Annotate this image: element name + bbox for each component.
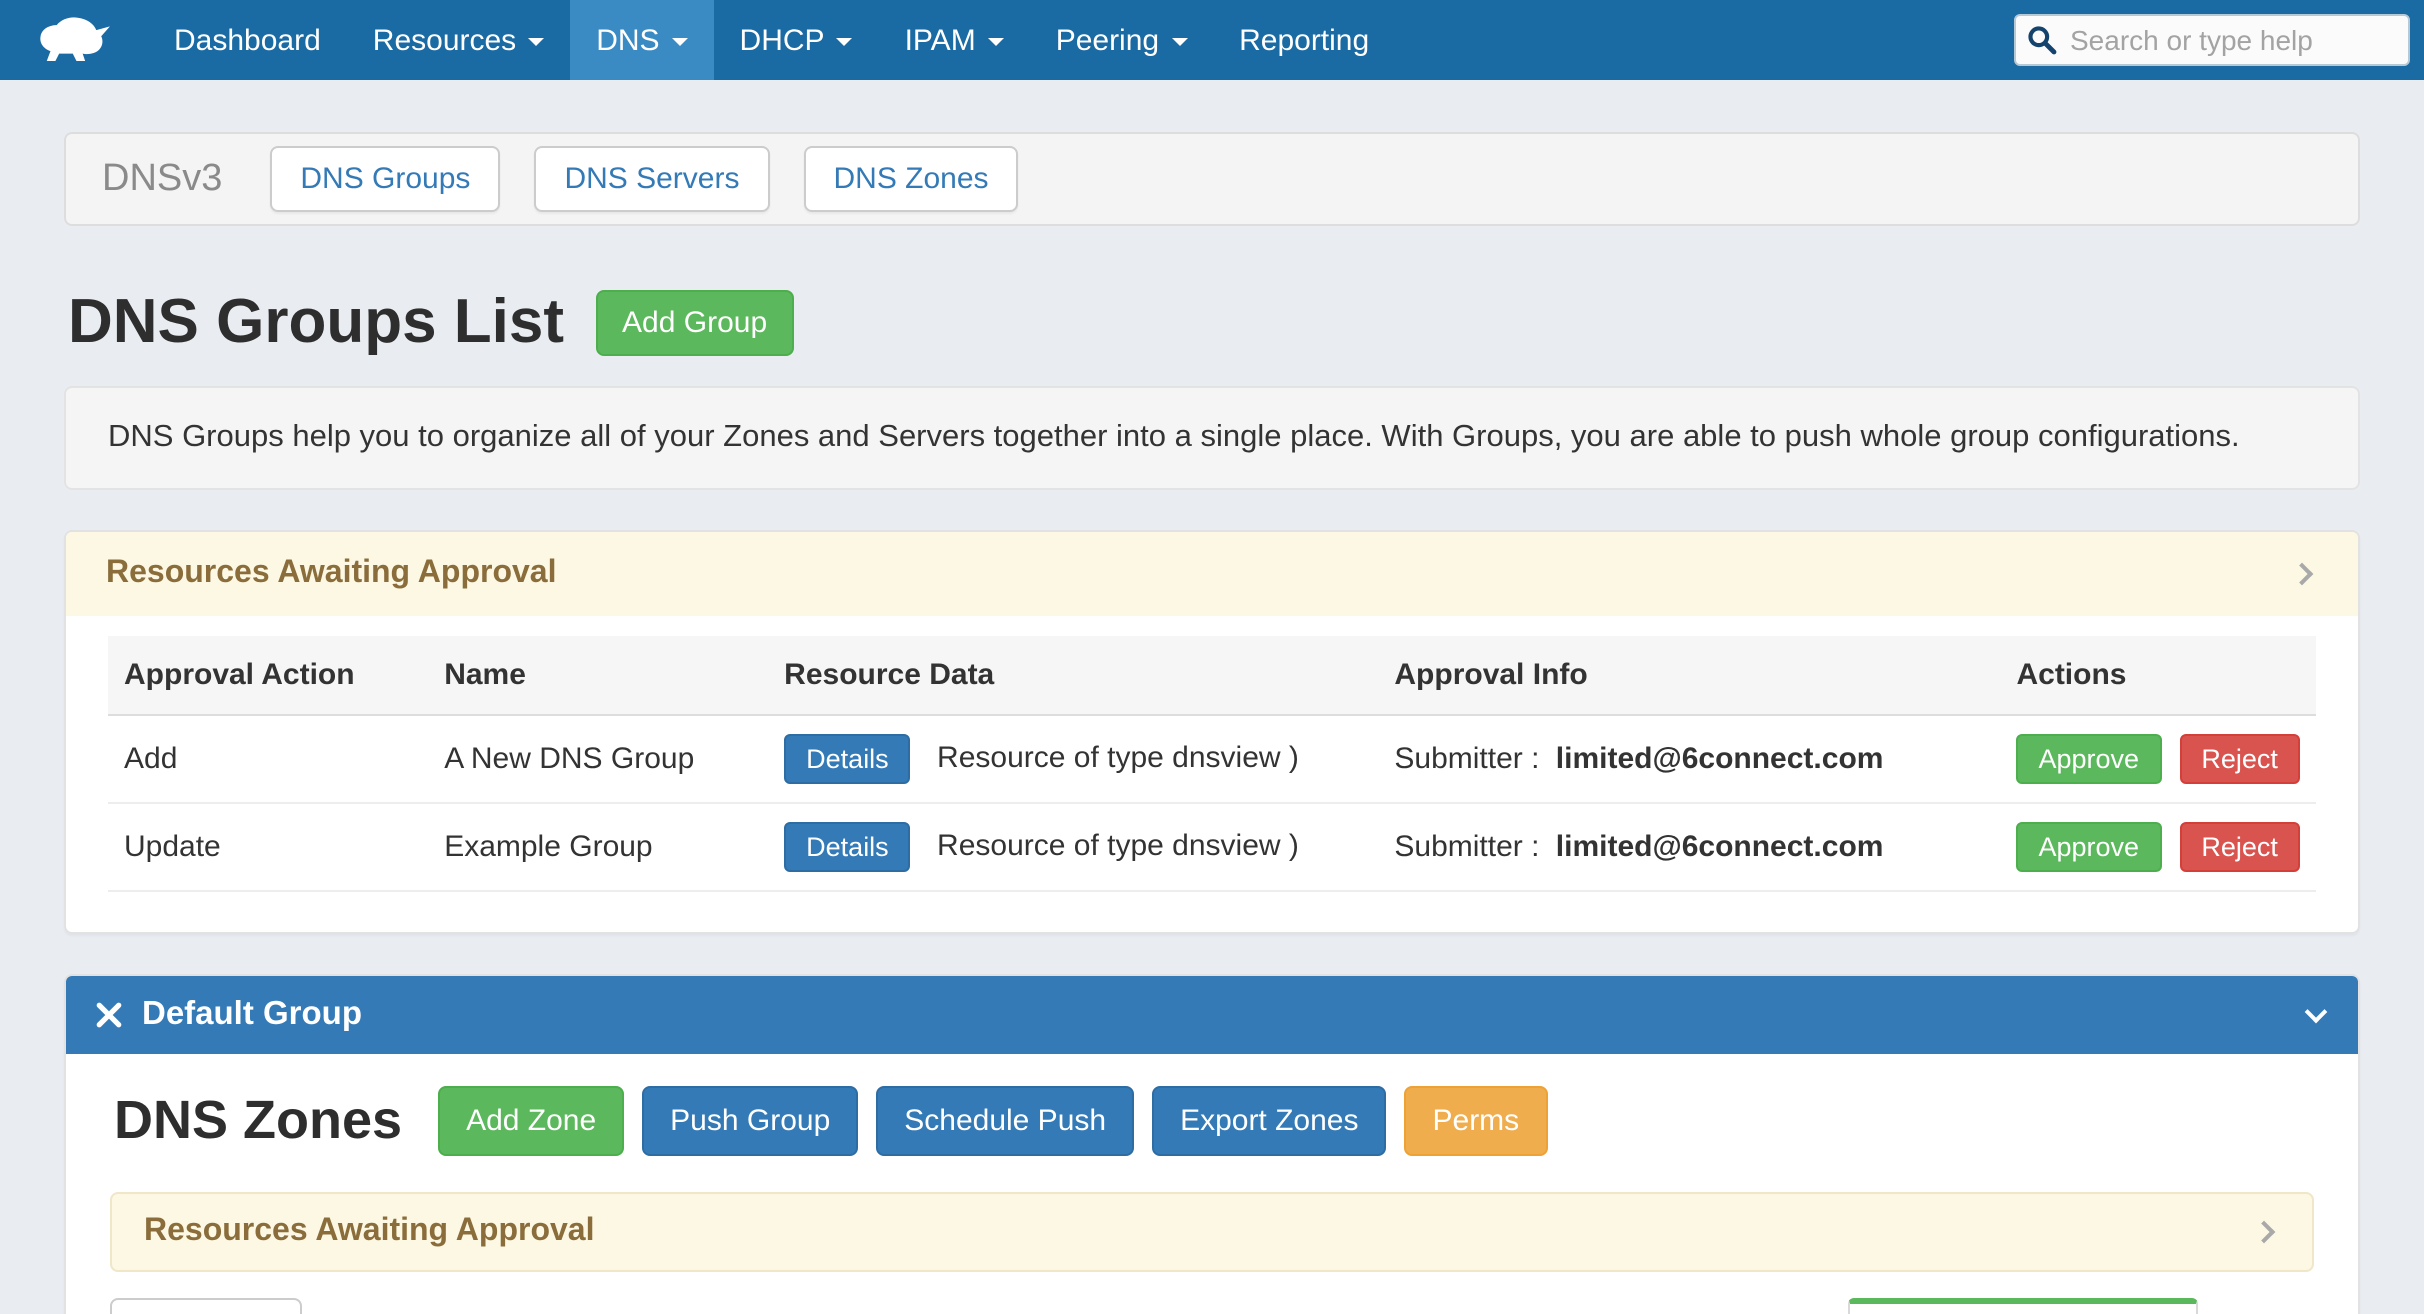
- submitter-label: Submitter :: [1394, 742, 1539, 776]
- page-header: DNS Groups List Add Group: [64, 286, 2360, 358]
- approval-info-cell: Submitter : limited@6connect.com: [1378, 803, 2000, 891]
- add-group-button[interactable]: Add Group: [596, 289, 793, 355]
- inner-approvals-panel-title: Resources Awaiting Approval: [144, 1214, 595, 1250]
- chevron-down-icon: [2305, 1000, 2328, 1023]
- nav-item-dhcp[interactable]: DHCP: [714, 0, 879, 80]
- approve-button[interactable]: Approve: [2016, 734, 2161, 784]
- inner-approvals-panel-header[interactable]: Resources Awaiting Approval: [110, 1192, 2314, 1272]
- default-group-panel-body: DNS Zones Add Zone Push Group Schedule P…: [66, 1054, 2358, 1314]
- approval-action-cell: Update: [108, 803, 428, 891]
- name-cell: A New DNS Group: [428, 715, 768, 803]
- caret-down-icon: [837, 38, 853, 46]
- cutoff-control-right: [1848, 1298, 2198, 1314]
- dnsv3-subnav: DNSv3 DNS Groups DNS Servers DNS Zones: [64, 132, 2360, 226]
- dns-zones-button[interactable]: DNS Zones: [804, 146, 1019, 212]
- nav-item-peering[interactable]: Peering: [1030, 0, 1213, 80]
- caret-down-icon: [672, 38, 688, 46]
- resource-data-cell: Details Resource of type dnsview ): [768, 803, 1378, 891]
- add-zone-button[interactable]: Add Zone: [438, 1086, 624, 1156]
- approve-button[interactable]: Approve: [2016, 822, 2161, 872]
- approvals-panel-header[interactable]: Resources Awaiting Approval: [66, 532, 2358, 616]
- details-button[interactable]: Details: [784, 822, 911, 872]
- actions-cell: Approve Reject: [2000, 715, 2316, 803]
- nav-item-ipam[interactable]: IPAM: [879, 0, 1030, 80]
- nav-item-resources[interactable]: Resources: [347, 0, 570, 80]
- perms-button[interactable]: Perms: [1405, 1086, 1548, 1156]
- close-icon[interactable]: [96, 1002, 122, 1028]
- approvals-panel-title: Resources Awaiting Approval: [106, 556, 557, 592]
- default-group-title: Default Group: [142, 996, 362, 1034]
- app-root: Dashboard Resources DNS DHCP IPAM Peerin…: [0, 0, 2424, 1314]
- table-row: Update Example Group Details Resource of…: [108, 803, 2316, 891]
- navbar-search: [2014, 14, 2410, 66]
- column-header-resource-data: Resource Data: [768, 636, 1378, 715]
- nav-label: Dashboard: [174, 23, 321, 57]
- dns-zones-title: DNS Zones: [114, 1090, 402, 1152]
- details-button[interactable]: Details: [784, 734, 911, 784]
- caret-down-icon: [528, 38, 544, 46]
- table-header-row: Approval Action Name Resource Data Appro…: [108, 636, 2316, 715]
- reject-button[interactable]: Reject: [2179, 734, 2300, 784]
- nav-item-reporting[interactable]: Reporting: [1213, 0, 1395, 80]
- nav-item-dashboard[interactable]: Dashboard: [148, 0, 347, 80]
- caret-down-icon: [988, 38, 1004, 46]
- column-header-actions: Actions: [2000, 636, 2316, 715]
- resource-data-text: Resource of type dnsview ): [937, 829, 1299, 863]
- top-navbar: Dashboard Resources DNS DHCP IPAM Peerin…: [0, 0, 2424, 80]
- reject-button[interactable]: Reject: [2179, 822, 2300, 872]
- table-row: Add A New DNS Group Details Resource of …: [108, 715, 2316, 803]
- chevron-right-icon: [2253, 1221, 2276, 1244]
- submitter-email: limited@6connect.com: [1556, 830, 1884, 864]
- actions-cell: Approve Reject: [2000, 803, 2316, 891]
- column-header-approval-action: Approval Action: [108, 636, 428, 715]
- nav-item-dns[interactable]: DNS: [570, 0, 713, 80]
- default-group-panel-header[interactable]: Default Group: [66, 976, 2358, 1054]
- nav-label: DNS: [596, 23, 659, 57]
- column-header-approval-info: Approval Info: [1378, 636, 2000, 715]
- approvals-panel: Resources Awaiting Approval Approval Act…: [64, 530, 2360, 934]
- nav-label: Resources: [373, 23, 516, 57]
- nav-label: DHCP: [740, 23, 825, 57]
- dns-groups-button[interactable]: DNS Groups: [270, 146, 500, 212]
- default-group-panel: Default Group DNS Zones Add Zone Push Gr…: [64, 974, 2360, 1314]
- nav-label: Reporting: [1239, 23, 1369, 57]
- page-description: DNS Groups help you to organize all of y…: [64, 386, 2360, 490]
- name-cell: Example Group: [428, 803, 768, 891]
- search-input[interactable]: [2014, 14, 2410, 66]
- approvals-panel-body: Approval Action Name Resource Data Appro…: [66, 616, 2358, 932]
- caret-down-icon: [1171, 38, 1187, 46]
- page-title: DNS Groups List: [68, 286, 564, 358]
- approvals-table: Approval Action Name Resource Data Appro…: [108, 636, 2316, 892]
- dns-servers-button[interactable]: DNS Servers: [534, 146, 769, 212]
- push-group-button[interactable]: Push Group: [642, 1086, 858, 1156]
- submitter-label: Submitter :: [1394, 830, 1539, 864]
- resource-data-text: Resource of type dnsview ): [937, 741, 1299, 775]
- submitter-email: limited@6connect.com: [1556, 742, 1884, 776]
- schedule-push-button[interactable]: Schedule Push: [876, 1086, 1134, 1156]
- cutoff-control-left: [110, 1298, 302, 1314]
- brand-logo[interactable]: [0, 0, 148, 80]
- column-header-name: Name: [428, 636, 768, 715]
- approval-action-cell: Add: [108, 715, 428, 803]
- export-zones-button[interactable]: Export Zones: [1152, 1086, 1386, 1156]
- nav-label: IPAM: [905, 23, 976, 57]
- nav-label: Peering: [1056, 23, 1159, 57]
- resource-data-cell: Details Resource of type dnsview ): [768, 715, 1378, 803]
- approval-info-cell: Submitter : limited@6connect.com: [1378, 715, 2000, 803]
- chevron-right-icon: [2291, 563, 2314, 586]
- cutoff-content-row: [110, 1298, 2314, 1314]
- dns-zones-toolbar: DNS Zones Add Zone Push Group Schedule P…: [110, 1086, 2314, 1156]
- dnsv3-label: DNSv3: [102, 157, 222, 201]
- search-icon: [2026, 24, 2058, 56]
- rhino-logo-icon: [34, 14, 114, 66]
